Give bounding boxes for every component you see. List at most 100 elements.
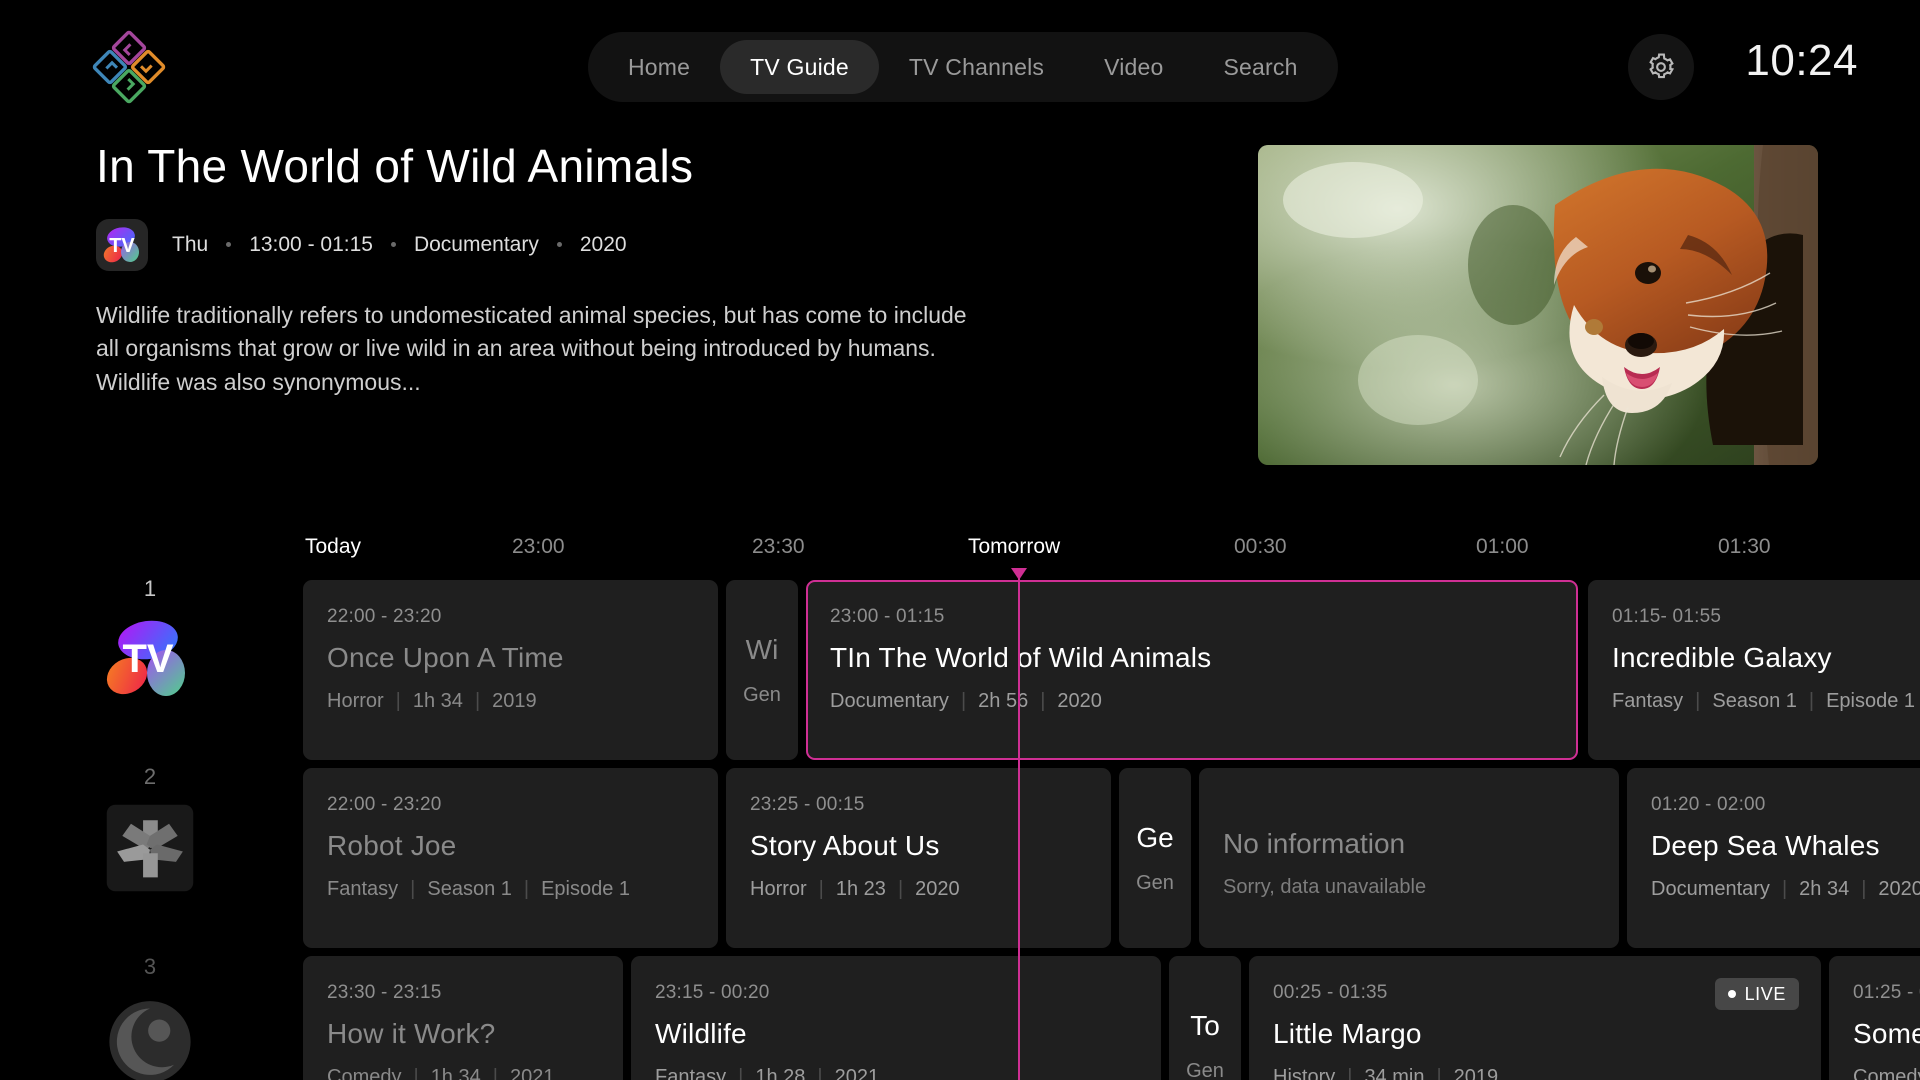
card-tag: 1h 23: [835, 878, 886, 900]
clock: 10:24: [1745, 36, 1858, 85]
card-time: 23:30 - 23:15: [327, 982, 442, 1003]
card-tags: Documentary | 2h 56 | 2020: [830, 690, 1554, 713]
timeline-label-2330: 23:30: [752, 535, 805, 558]
detail-channel-logo: TV: [96, 218, 148, 271]
card-tags: Horror | 1h 23 | 2020: [750, 878, 1087, 901]
app-logo: [92, 30, 166, 104]
card-tag: 1h 34: [430, 1066, 481, 1080]
program-card[interactable]: 23:15 - 00:20 Wildlife Fantasy | 1h 28 |…: [631, 956, 1161, 1080]
card-tag: Fantasy: [327, 878, 399, 900]
tag-separator: |: [897, 878, 904, 900]
program-card-selected[interactable]: 23:00 - 01:15 TIn The World of Wild Anim…: [806, 580, 1578, 760]
program-card-narrow[interactable]: Wi Gen: [726, 580, 798, 760]
channel-row-3[interactable]: 3: [0, 954, 300, 1080]
channel-logo-1: TV: [98, 608, 202, 712]
card-tags: Comedy: [1853, 1066, 1920, 1080]
nav-item-tv-guide[interactable]: TV Guide: [720, 40, 879, 94]
card-tag: Episode 1: [1826, 690, 1916, 712]
tag-separator: |: [960, 690, 967, 712]
card-tags: Comedy | 1h 34 | 2021: [327, 1066, 599, 1080]
card-tag: Comedy: [327, 1066, 402, 1080]
card-tag: 2020: [1878, 878, 1920, 900]
tag-separator: |: [1040, 690, 1046, 712]
program-card[interactable]: 22:00 - 23:20 Once Upon A Time Horror | …: [303, 580, 718, 760]
card-tag: Documentary: [830, 690, 949, 712]
meta-separator-dot: [390, 242, 396, 248]
card-tag: 1h 34: [412, 690, 463, 712]
nav-item-search[interactable]: Search: [1194, 40, 1328, 94]
timeline-header: Today 23:00 23:30 Tomorrow 00:30 01:00 0…: [0, 535, 1920, 579]
meta-day: Thu: [172, 232, 209, 256]
timeline-label-0030: 00:30: [1234, 535, 1287, 558]
card-tag: 1h 28: [755, 1066, 806, 1080]
channel-row-2[interactable]: 2: [0, 764, 300, 900]
meta-time: 13:00 - 01:15: [249, 232, 373, 256]
card-time: 01:20 - 02:00: [1651, 794, 1766, 815]
red-panda-image: [1258, 145, 1818, 465]
settings-button[interactable]: [1628, 34, 1694, 100]
card-tag: 2019: [1453, 1066, 1499, 1080]
tag-separator: |: [492, 1066, 498, 1080]
card-tags: History | 34 min | 2019: [1273, 1066, 1797, 1080]
card-tag: 2021: [834, 1066, 880, 1080]
program-card-no-info[interactable]: No information Sorry, data unavailable: [1199, 768, 1619, 948]
nav-item-home[interactable]: Home: [598, 40, 720, 94]
tag-separator: |: [1695, 690, 1701, 712]
tag-separator: |: [410, 878, 416, 900]
card-title: To: [1190, 1009, 1220, 1041]
meta-year: 2020: [579, 232, 627, 256]
card-tag: 2020: [1057, 690, 1102, 712]
program-card[interactable]: 23:30 - 23:15 How it Work? Comedy | 1h 3…: [303, 956, 623, 1080]
program-card[interactable]: 01:25 - 02:00 Some i Comedy: [1829, 956, 1920, 1080]
card-title: How it Work?: [327, 1018, 496, 1049]
tag-separator: |: [474, 690, 481, 712]
channel-row-1[interactable]: 1 TV: [0, 576, 300, 712]
card-title: Wildlife: [655, 1018, 747, 1049]
app-header: Home TV Guide TV Channels Video Search 1…: [0, 0, 1920, 112]
card-tag: 2021: [509, 1066, 555, 1080]
channel-number: 2: [143, 764, 157, 789]
tag-separator: |: [817, 1066, 823, 1080]
tag-separator: |: [413, 1066, 419, 1080]
card-time: 22:00 - 23:20: [327, 606, 442, 627]
status-badge: LIVE: [1714, 978, 1799, 1010]
no-info-title: No information: [1223, 828, 1406, 859]
card-time: 22:00 - 23:20: [327, 794, 442, 815]
meta-genre: Documentary: [413, 232, 539, 256]
live-dot-icon: [1727, 990, 1736, 998]
svg-text:TV: TV: [109, 235, 135, 257]
program-meta-row: TV Thu 13:00 - 01:15 Documentary 2020: [96, 218, 1176, 271]
program-card-narrow[interactable]: Ge Gen: [1119, 768, 1191, 948]
card-tag: Gen: [743, 683, 781, 706]
program-card-live[interactable]: 00:25 - 01:35 LIVE Little Margo History …: [1249, 956, 1821, 1080]
program-description: Wildlife traditionally refers to undomes…: [96, 301, 967, 395]
card-title: Ge: [1136, 821, 1174, 853]
card-title: Story About Us: [750, 830, 940, 861]
tag-separator: |: [1781, 878, 1788, 900]
tag-separator: |: [1347, 1066, 1353, 1080]
program-row-2: 22:00 - 23:20 Robot Joe Fantasy | Season…: [303, 768, 1920, 948]
program-hero-image: [1258, 145, 1818, 465]
tv-logo-icon: TV: [103, 227, 139, 263]
timeline-label-0100: 01:00: [1476, 535, 1529, 558]
card-time: 01:15- 01:55: [1612, 606, 1722, 627]
tag-separator: |: [1436, 1066, 1442, 1080]
tag-separator: |: [738, 1066, 744, 1080]
now-playhead: [1011, 568, 1027, 1080]
no-info-subtitle: Sorry, data unavailable: [1223, 876, 1427, 898]
program-card[interactable]: 01:20 - 02:00 Deep Sea Whales Documentar…: [1627, 768, 1920, 948]
meta-separator-dot: [226, 242, 232, 248]
nav-item-video[interactable]: Video: [1074, 40, 1193, 94]
card-tag: Horror: [327, 690, 384, 712]
program-card[interactable]: 01:15- 01:55 Incredible Galaxy Fantasy |…: [1588, 580, 1920, 760]
program-card[interactable]: 23:25 - 00:15 Story About Us Horror | 1h…: [726, 768, 1111, 948]
program-card[interactable]: 22:00 - 23:20 Robot Joe Fantasy | Season…: [303, 768, 718, 948]
card-tags: Fantasy | Season 1 | Episode 1: [327, 878, 694, 901]
nav-item-tv-channels[interactable]: TV Channels: [879, 40, 1074, 94]
program-card-narrow[interactable]: To Gen: [1169, 956, 1241, 1080]
card-tag: 34 min: [1364, 1066, 1425, 1080]
program-row-3: 23:30 - 23:15 How it Work? Comedy | 1h 3…: [303, 956, 1920, 1080]
tag-separator: |: [523, 878, 530, 900]
channel-logo-3: [98, 986, 202, 1080]
svg-text:TV: TV: [122, 637, 173, 681]
